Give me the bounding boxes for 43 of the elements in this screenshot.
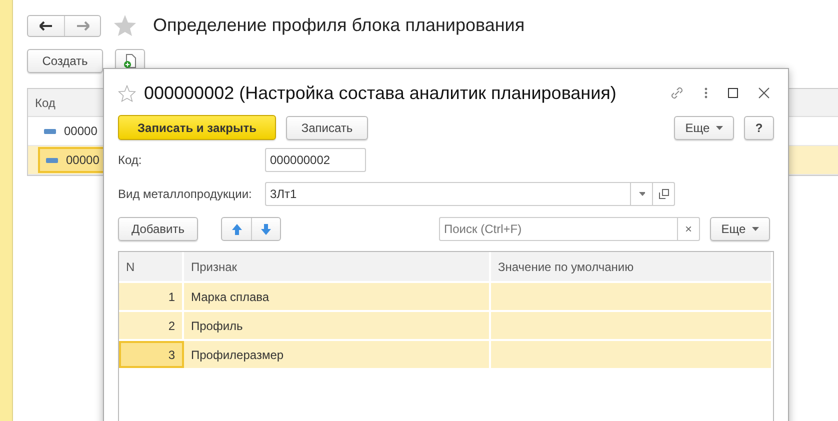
page-title: Определение профиля блока планирования — [153, 14, 525, 37]
table-cell: Марка сплава — [184, 283, 491, 310]
favorite-star-icon[interactable] — [118, 84, 136, 102]
more-button[interactable]: Еще — [710, 217, 770, 241]
maximize-icon[interactable] — [728, 88, 738, 98]
caret-icon — [716, 126, 723, 130]
down-arrow-icon — [260, 222, 272, 236]
favorite-star-icon[interactable] — [113, 14, 137, 37]
column-header: Код — [35, 94, 56, 112]
column-header: N — [119, 252, 184, 281]
back-arrow-icon — [39, 20, 53, 30]
forward-arrow-icon — [76, 20, 90, 30]
caret-icon — [638, 192, 644, 196]
select-field[interactable]: 3Лт1 — [265, 182, 675, 206]
table-cell[interactable]: 1 — [119, 283, 184, 310]
clear-search-button[interactable]: × — [677, 218, 699, 240]
dialog-title: 000000002 (Настройка состава аналитик планирования) — [144, 82, 616, 105]
link-icon[interactable] — [670, 86, 684, 100]
field-label: Код: — [118, 152, 143, 169]
save-button[interactable]: Записать — [286, 116, 368, 140]
column-header: Признак — [184, 252, 491, 281]
table-cell: Профилеразмер — [184, 341, 491, 368]
column-header: Значение по умолчанию — [491, 252, 773, 281]
create-button[interactable]: Создать — [27, 49, 103, 73]
more-options-icon[interactable] — [704, 87, 708, 99]
add-button[interactable]: Добавить — [118, 217, 198, 241]
field-label: Вид металлопродукции: — [118, 186, 253, 203]
table-cell[interactable]: 3 — [119, 341, 184, 368]
item-icon — [46, 158, 58, 162]
save-and-close-button[interactable]: Записать и закрыть — [118, 115, 276, 140]
input-field[interactable]: 000000002 — [265, 148, 366, 172]
table-cell-text: 00000 — [66, 152, 100, 169]
more-button[interactable]: Еще — [674, 116, 734, 140]
table-cell-text: 00000 — [64, 123, 98, 140]
caret-icon — [752, 227, 759, 231]
help-button[interactable]: ? — [744, 116, 774, 140]
table-cell[interactable]: 2 — [119, 312, 184, 339]
up-arrow-icon — [230, 222, 242, 236]
table-cell: Профиль — [184, 312, 491, 339]
item-icon — [44, 128, 56, 134]
search-field[interactable]: Поиск (Ctrl+F) × — [439, 217, 700, 241]
close-icon[interactable] — [758, 87, 770, 99]
open-icon — [658, 189, 668, 199]
